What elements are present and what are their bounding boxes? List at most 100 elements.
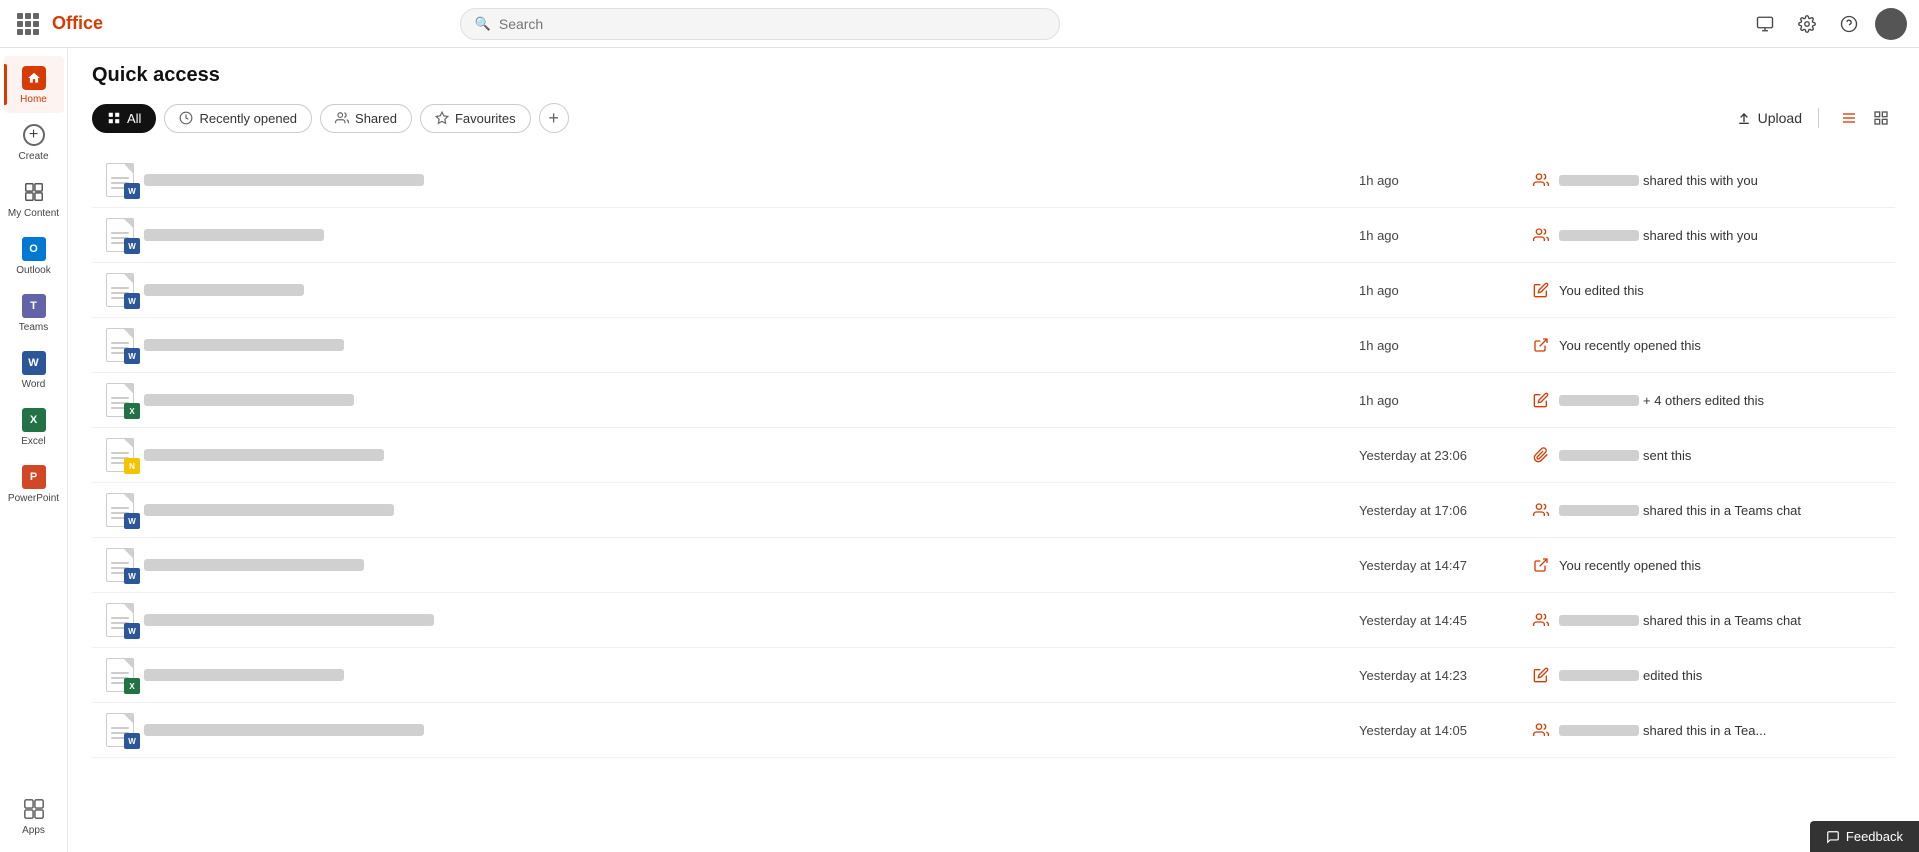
- sidebar-item-home[interactable]: Home: [4, 56, 64, 113]
- activity-text: shared this with you: [1559, 173, 1758, 188]
- teams-icon: T: [20, 292, 48, 320]
- file-name-bar: [144, 284, 304, 296]
- sidebar-item-word[interactable]: W Word: [4, 341, 64, 398]
- file-activity-cell: shared this with you: [1531, 170, 1891, 190]
- file-row-8[interactable]: W Yesterday at 14:45 shared this in a Tea…: [92, 593, 1895, 648]
- file-row-7[interactable]: WYesterday at 14:47You recently opened t…: [92, 538, 1895, 593]
- tab-recently-opened[interactable]: Recently opened: [164, 104, 312, 133]
- activity-text: You recently opened this: [1559, 338, 1701, 353]
- file-icon-cell: X: [96, 383, 144, 417]
- settings-icon[interactable]: [1791, 8, 1823, 40]
- file-name-cell: [144, 229, 1351, 241]
- file-time-cell: Yesterday at 14:45: [1351, 613, 1531, 628]
- file-row-10[interactable]: WYesterday at 14:05 shared this in a Tea…: [92, 703, 1895, 758]
- file-name-cell: [144, 284, 1351, 296]
- file-name-cell: [144, 394, 1351, 406]
- upload-button[interactable]: Upload: [1736, 110, 1802, 126]
- file-icon-cell: W: [96, 163, 144, 197]
- feedback-icon: [1826, 830, 1840, 844]
- outlook-icon: O: [20, 235, 48, 263]
- waffle-menu-button[interactable]: [12, 8, 44, 40]
- sidebar-item-teams[interactable]: T Teams: [4, 284, 64, 341]
- file-activity-cell: sent this: [1531, 445, 1891, 465]
- activity-suffix: You edited this: [1559, 283, 1644, 298]
- people-filter-icon: [335, 111, 349, 125]
- sidebar-item-outlook[interactable]: O Outlook: [4, 227, 64, 284]
- sidebar-label-apps: Apps: [22, 825, 45, 836]
- office-logo[interactable]: Office: [52, 13, 103, 34]
- file-row-0[interactable]: W1h ago shared this with you: [92, 153, 1895, 208]
- file-time-cell: Yesterday at 23:06: [1351, 448, 1531, 463]
- view-separator: [1818, 108, 1819, 128]
- sidebar-item-powerpoint[interactable]: P PowerPoint: [4, 455, 64, 512]
- activity-text: shared this in a Teams chat: [1559, 503, 1801, 518]
- file-icon-cell: W: [96, 548, 144, 582]
- file-row-6[interactable]: W Yesterday at 17:06 shared this in a Tea…: [92, 483, 1895, 538]
- feedback-button[interactable]: Feedback: [1810, 821, 1919, 852]
- file-icon-cell: W: [96, 328, 144, 362]
- file-activity-cell: shared this in a Teams chat: [1531, 500, 1891, 520]
- activity-text: shared this in a Teams chat: [1559, 613, 1801, 628]
- file-time-cell: Yesterday at 14:23: [1351, 668, 1531, 683]
- search-input[interactable]: [499, 16, 1045, 32]
- mycontent-icon: [20, 178, 48, 206]
- tab-favourites[interactable]: Favourites: [420, 104, 531, 133]
- file-row-1[interactable]: W1h ago shared this with you: [92, 208, 1895, 263]
- file-row-9[interactable]: X Yesterday at 14:23 edited this: [92, 648, 1895, 703]
- avatar[interactable]: [1875, 8, 1907, 40]
- sidebar-label-create: Create: [18, 151, 48, 162]
- sidebar-item-create[interactable]: + Create: [4, 113, 64, 170]
- activity-text: You edited this: [1559, 283, 1644, 298]
- upload-icon: [1736, 110, 1752, 126]
- powerpoint-icon: P: [20, 463, 48, 491]
- list-view-button[interactable]: [1835, 104, 1863, 132]
- file-icon-cell: N: [96, 438, 144, 472]
- add-tab-button[interactable]: +: [539, 103, 569, 133]
- file-row-3[interactable]: W1h agoYou recently opened this: [92, 318, 1895, 373]
- search-icon: 🔍: [475, 16, 491, 32]
- tabs-right: Upload: [1736, 104, 1895, 132]
- file-time-cell: Yesterday at 17:06: [1351, 503, 1531, 518]
- sidebar-label-home: Home: [20, 94, 47, 105]
- activity-text: shared this with you: [1559, 228, 1758, 243]
- activity-suffix: shared this in a Teams chat: [1643, 613, 1801, 628]
- file-name-bar: [144, 174, 424, 186]
- activity-text: edited this: [1559, 668, 1702, 683]
- file-icon-cell: X: [96, 658, 144, 692]
- activity-suffix: shared this in a Teams chat: [1643, 503, 1801, 518]
- file-name-cell: [144, 174, 1351, 186]
- tab-shared[interactable]: Shared: [320, 104, 412, 133]
- file-row-5[interactable]: N Yesterday at 23:06 sent this: [92, 428, 1895, 483]
- word-icon: W: [20, 349, 48, 377]
- file-row-4[interactable]: X1h ago + 4 others edited this: [92, 373, 1895, 428]
- file-name-bar: [144, 614, 434, 626]
- notification-icon[interactable]: [1749, 8, 1781, 40]
- activity-text: sent this: [1559, 448, 1691, 463]
- top-nav: Office 🔍: [0, 0, 1919, 48]
- file-name-bar: [144, 394, 354, 406]
- file-time-cell: 1h ago: [1351, 228, 1531, 243]
- sidebar-item-mycontent[interactable]: My Content: [4, 170, 64, 227]
- file-activity-cell: You edited this: [1531, 280, 1891, 300]
- sidebar: Home + Create My Content O Outlook T: [0, 48, 68, 852]
- file-icon-cell: W: [96, 603, 144, 637]
- tab-all[interactable]: All: [92, 104, 156, 133]
- activity-suffix: edited this: [1643, 668, 1702, 683]
- sidebar-label-powerpoint: PowerPoint: [8, 493, 59, 504]
- grid-view-button[interactable]: [1867, 104, 1895, 132]
- file-name-cell: [144, 504, 1351, 516]
- activity-suffix: shared this with you: [1643, 173, 1758, 188]
- sidebar-label-teams: Teams: [19, 322, 48, 333]
- sidebar-item-apps[interactable]: Apps: [4, 787, 64, 844]
- file-row-2[interactable]: W1h agoYou edited this: [92, 263, 1895, 318]
- file-activity-cell: You recently opened this: [1531, 335, 1891, 355]
- help-icon[interactable]: [1833, 8, 1865, 40]
- file-icon-cell: W: [96, 493, 144, 527]
- file-name-cell: [144, 339, 1351, 351]
- activity-suffix: sent this: [1643, 448, 1691, 463]
- file-time-cell: Yesterday at 14:05: [1351, 723, 1531, 738]
- file-activity-cell: shared this in a Teams chat: [1531, 610, 1891, 630]
- apps-icon: [20, 795, 48, 823]
- nav-right: [1749, 8, 1907, 40]
- sidebar-item-excel[interactable]: X Excel: [4, 398, 64, 455]
